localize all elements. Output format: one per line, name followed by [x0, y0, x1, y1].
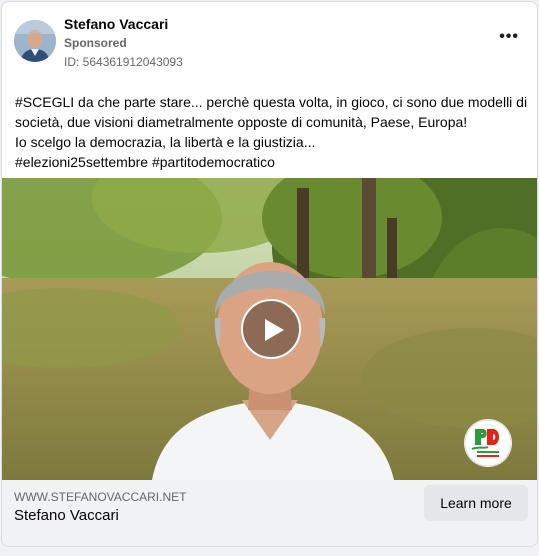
- ad-video[interactable]: [2, 178, 537, 480]
- ad-id: ID: 564361912043093: [64, 55, 183, 69]
- body-line: società, due visioni diametralmente oppo…: [15, 114, 468, 130]
- ad-card: Stefano Vaccari Sponsored ID: 5643619120…: [1, 1, 538, 547]
- ad-body-text: #SCEGLI da che parte stare... perchè que…: [15, 92, 530, 172]
- body-line: Io scelgo la democrazia, la libertà e la…: [15, 134, 316, 150]
- more-options-icon[interactable]: •••: [499, 28, 519, 46]
- link-domain[interactable]: WWW.STEFANOVACCARI.NET: [14, 490, 186, 504]
- pd-party-logo: [464, 419, 512, 467]
- advertiser-name[interactable]: Stefano Vaccari: [64, 16, 168, 32]
- body-line: #elezioni25settembre #partitodemocratico: [15, 154, 275, 170]
- ad-link-footer[interactable]: WWW.STEFANOVACCARI.NET Stefano Vaccari L…: [2, 480, 537, 546]
- play-icon[interactable]: [241, 299, 301, 359]
- learn-more-button[interactable]: Learn more: [424, 485, 528, 521]
- body-line: #SCEGLI da che parte stare... perchè que…: [15, 94, 528, 110]
- advertiser-avatar[interactable]: [14, 20, 56, 62]
- sponsored-label: Sponsored: [64, 36, 127, 50]
- link-title[interactable]: Stefano Vaccari: [14, 507, 119, 524]
